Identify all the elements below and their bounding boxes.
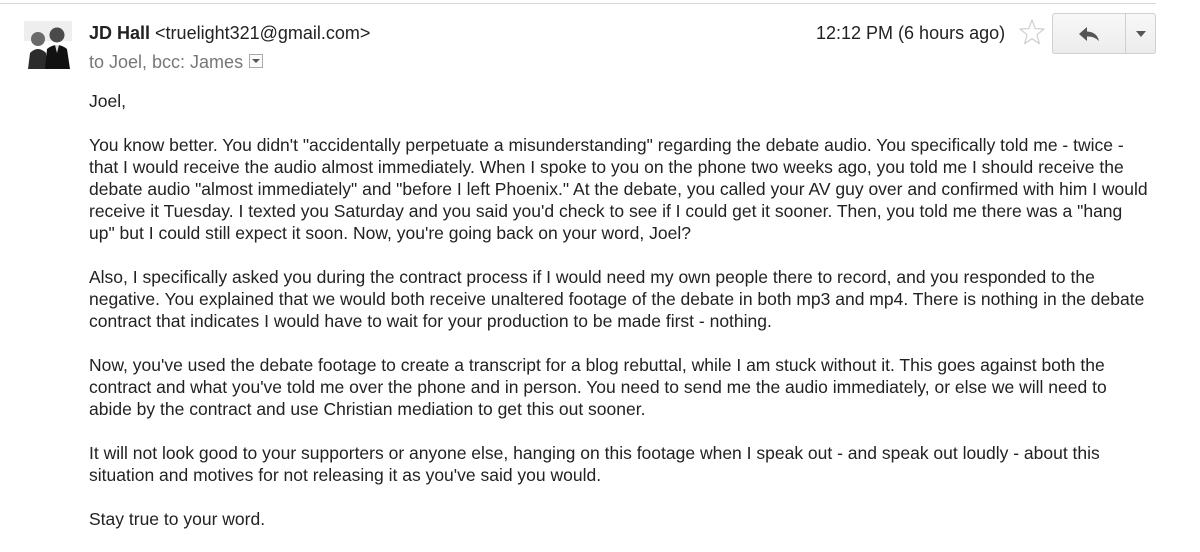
- more-options-button[interactable]: [1126, 14, 1155, 53]
- recipients-text: to Joel, bcc: James: [89, 52, 244, 72]
- sender-line: JD Hall <truelight321@gmail.com>: [89, 22, 370, 44]
- body-paragraph: It will not look good to your supporters…: [89, 443, 1100, 485]
- star-icon[interactable]: [1019, 18, 1045, 46]
- recipients-line: to Joel, bcc: James: [89, 51, 264, 73]
- body-paragraph: Now, you've used the debate footage to c…: [89, 355, 1107, 419]
- avatar-photo: [24, 21, 72, 69]
- body-paragraph: Also, I specifically asked you during th…: [89, 267, 1145, 331]
- chevron-down-icon: [1135, 30, 1146, 37]
- message-body: Joel, You know better. You didn't "accid…: [89, 90, 1149, 552]
- sender-avatar[interactable]: [24, 21, 72, 69]
- sender-name[interactable]: JD Hall: [89, 23, 150, 43]
- show-details-dropdown-icon[interactable]: [249, 54, 264, 69]
- body-paragraph: You know better. You didn't "accidentall…: [89, 135, 1148, 243]
- reply-icon: [1079, 26, 1099, 41]
- closing-line: Stay true to your word.: [89, 509, 266, 529]
- message-timestamp: 12:12 PM (6 hours ago): [816, 23, 1006, 43]
- reply-button-group: [1052, 13, 1156, 54]
- reply-button[interactable]: [1053, 14, 1126, 53]
- header-divider: [0, 3, 1156, 4]
- greeting: Joel,: [89, 91, 126, 111]
- sender-email: <truelight321@gmail.com>: [155, 23, 371, 43]
